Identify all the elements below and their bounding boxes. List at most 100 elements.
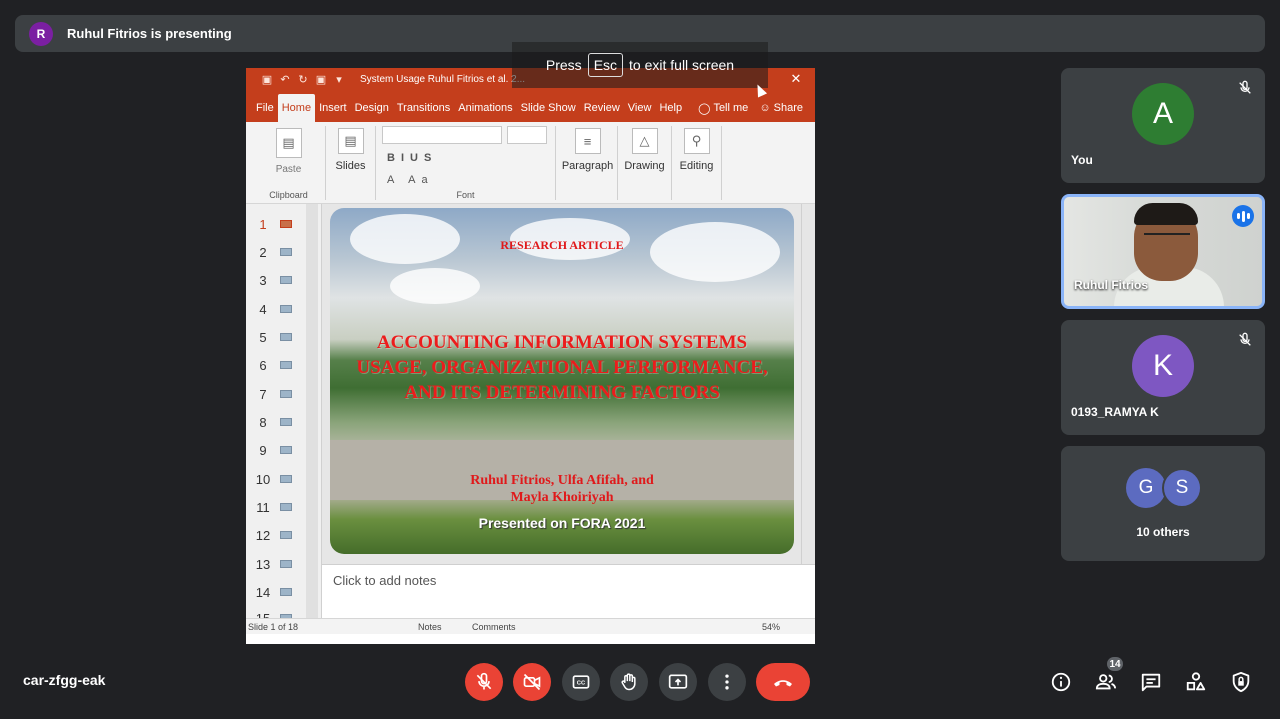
thumbnail-item: 11 <box>252 495 312 519</box>
meet-window: R Ruhul Fitrios is presenting ▣ ↶ ↻ ▣ ▾ … <box>0 0 1280 719</box>
mic-off-icon <box>476 672 492 690</box>
ribbon-tabs: File Home Insert Design Transitions Anim… <box>246 90 815 122</box>
editor-area: 1 2 3 4 5 6 7 8 9 10 11 12 13 14 15 <box>246 204 815 634</box>
host-controls-button[interactable] <box>1229 670 1253 694</box>
activities-icon <box>1186 672 1206 691</box>
status-bar: Slide 1 of 18 Notes Comments 54% <box>246 618 815 634</box>
document-title: System Usage Ruhul Fitrios et al. 2... <box>360 73 526 85</box>
avatar: S <box>1162 468 1202 508</box>
participant-name: You <box>1071 153 1093 167</box>
tab-slide-show: Slide Show <box>520 102 576 114</box>
esc-key: Esc <box>587 53 624 77</box>
notes-toggle: Notes <box>418 622 442 632</box>
tab-animations: Animations <box>458 102 513 114</box>
chat-button[interactable] <box>1139 670 1163 694</box>
new-slide-icon: ▤ <box>337 128 364 154</box>
meeting-details-button[interactable] <box>1049 670 1073 694</box>
thumbnail-item: 6 <box>252 353 312 377</box>
meeting-code: car-zfgg-eak <box>23 672 106 688</box>
tab-transitions: Transitions <box>396 102 451 114</box>
thumbnail-item: 14 <box>252 580 312 604</box>
presenting-text: Ruhul Fitrios is presenting <box>67 26 232 41</box>
customize-qat-icon: ▾ <box>336 73 342 86</box>
participant-name: Ruhul Fitrios <box>1074 278 1148 292</box>
info-icon <box>1051 672 1071 692</box>
thumbnail-item: 13 <box>252 552 312 576</box>
editing-label: Editing <box>679 160 714 172</box>
save-icon: ▣ <box>261 73 273 86</box>
captions-icon: CC <box>572 675 590 689</box>
slide-title: ACCOUNTING INFORMATION SYSTEMS USAGE, OR… <box>356 332 768 403</box>
drawing-icon: △ <box>631 128 658 154</box>
captions-button[interactable]: CC <box>562 663 600 701</box>
people-count-badge: 14 <box>1105 655 1125 673</box>
camera-toggle-button[interactable] <box>513 663 551 701</box>
hand-icon <box>621 673 636 691</box>
tell-me-search: ◯ Tell me <box>698 102 749 115</box>
tab-home: Home <box>277 94 316 122</box>
slide-scrollbar <box>801 204 815 564</box>
drawing-label: Drawing <box>624 160 665 172</box>
zoom-level: 54% <box>762 622 781 632</box>
tab-design: Design <box>354 102 389 114</box>
tab-review: Review <box>583 102 620 114</box>
raise-hand-button[interactable] <box>610 663 648 701</box>
clipboard-group: ▤ Paste Clipboard <box>252 126 326 200</box>
font-group: Font <box>376 126 556 200</box>
exit-fullscreen-hint: Press Esc to exit full screen <box>512 42 768 88</box>
present-icon <box>668 674 688 689</box>
paragraph-group: ≡ Paragraph <box>558 126 618 200</box>
participant-tile-presenter[interactable]: Ruhul Fitrios <box>1061 194 1265 309</box>
ribbon: ▤ Paste Clipboard ▤ Slides BIUS A Aa Fon… <box>246 122 815 204</box>
mic-toggle-button[interactable] <box>465 663 503 701</box>
font-label: Font <box>456 190 475 200</box>
present-now-button[interactable] <box>659 663 697 701</box>
thumbnail-item: 7 <box>252 382 312 406</box>
avatar: K <box>1132 335 1194 397</box>
tab-view: View <box>627 102 652 114</box>
paragraph-label: Paragraph <box>561 160 614 172</box>
paste-icon: ▤ <box>275 128 302 158</box>
tell-me-label: Tell me <box>713 102 749 114</box>
redo-icon: ↻ <box>298 73 308 86</box>
slide-kicker: RESEARCH ARTICLE <box>500 238 624 252</box>
clipboard-label: Clipboard <box>269 190 308 200</box>
avatar: G <box>1126 468 1166 508</box>
slide-presented: Presented on FORA 2021 <box>478 515 646 531</box>
shared-screen: ▣ ↶ ↻ ▣ ▾ System Usage Ruhul Fitrios et … <box>246 68 815 644</box>
drawing-group: △ Drawing <box>618 126 672 200</box>
presenter-avatar: R <box>29 21 53 46</box>
editing-group: ⚲ Editing <box>672 126 722 200</box>
speaking-indicator-icon <box>1232 205 1254 227</box>
participant-name: 0193_RAMYA K <box>1071 405 1159 419</box>
mic-off-icon <box>1239 332 1251 346</box>
thumbnail-item: 5 <box>252 325 312 349</box>
participant-tile-ramya[interactable]: K 0193_RAMYA K <box>1061 320 1265 435</box>
notes-placeholder: Click to add notes <box>333 573 437 588</box>
tab-insert: Insert <box>319 102 347 114</box>
slide-authors: Ruhul Fitrios, Ulfa Afifah, and Mayla Kh… <box>470 473 654 505</box>
comments-toggle: Comments <box>472 622 516 632</box>
close-icon: ✕ <box>790 71 802 86</box>
hang-up-icon <box>774 680 792 687</box>
leave-call-button[interactable] <box>756 663 810 701</box>
mic-off-icon <box>1239 80 1251 94</box>
more-options-button[interactable] <box>708 663 746 701</box>
current-slide: RESEARCH ARTICLE ACCOUNTING INFORMATION … <box>330 208 794 554</box>
slides-label: Slides <box>335 160 366 172</box>
thumbnail-item: 3 <box>252 268 312 292</box>
thumbnail-item: 10 <box>252 467 312 491</box>
activities-button[interactable] <box>1184 670 1208 694</box>
people-button[interactable] <box>1094 670 1118 694</box>
participant-tile-you[interactable]: A You <box>1061 68 1265 183</box>
tab-file: File <box>256 102 274 114</box>
others-tile[interactable]: G S 10 others <box>1061 446 1265 561</box>
tab-help: Help <box>659 102 683 114</box>
thumbnail-item: 1 <box>252 212 312 236</box>
notes-pane: Click to add notes <box>322 564 815 626</box>
find-icon: ⚲ <box>683 128 710 154</box>
thumbnail-scrollbar <box>306 204 318 624</box>
chat-icon <box>1141 673 1161 692</box>
camera-off-icon <box>523 673 541 691</box>
thumbnail-item: 8 <box>252 410 312 434</box>
